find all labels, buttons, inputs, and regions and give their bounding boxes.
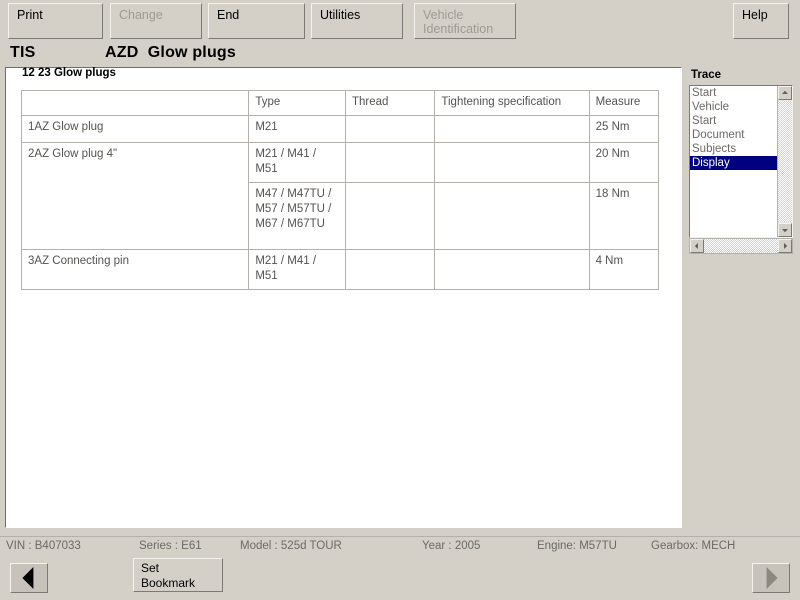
vehicle-identification-button[interactable]: Vehicle Identification	[414, 3, 516, 39]
forward-button[interactable]	[752, 563, 790, 593]
table-row: 1AZ Glow plug M21 25 Nm	[20, 115, 660, 143]
trace-horizontal-scrollbar[interactable]	[689, 238, 793, 254]
print-button-label: Print	[17, 8, 43, 22]
cell-measure: 20 Nm	[588, 142, 660, 183]
table-header-thread: Thread	[344, 90, 436, 116]
set-bookmark-label-line2: Bookmark	[141, 576, 196, 590]
cell-thread	[344, 182, 436, 250]
status-bar: VIN : B407033 Series : E61 Model : 525d …	[0, 536, 800, 556]
scroll-left-icon[interactable]	[690, 239, 704, 253]
tis-application-window: Print Change End Utilities Vehicle Ident…	[0, 0, 800, 600]
scroll-down-icon[interactable]	[778, 223, 792, 237]
trace-item-label: Document	[692, 129, 745, 141]
top-toolbar: Print Change End Utilities Vehicle Ident…	[0, 0, 800, 42]
table-row: 3AZ Connecting pin M21 / M41 / M51 4 Nm	[20, 249, 660, 290]
utilities-button[interactable]: Utilities	[311, 3, 403, 39]
help-button-label: Help	[742, 8, 768, 22]
trace-item-selected[interactable]: Display	[690, 156, 777, 170]
cell-tightening	[434, 142, 590, 183]
table-header-measure: Measure	[588, 90, 660, 116]
trace-item-label: Start	[692, 87, 717, 99]
trace-item[interactable]: Start	[690, 86, 777, 100]
table-row: 2AZ Glow plug 4" M21 / M41 / M51 20 Nm	[20, 142, 660, 250]
table-header-type: Type	[248, 90, 346, 116]
table-header-description	[20, 90, 250, 116]
trace-panel-label: Trace	[691, 69, 722, 81]
trace-item[interactable]: Vehicle	[690, 100, 777, 114]
status-series: Series : E61	[139, 540, 202, 552]
cell-measure: 4 Nm	[588, 249, 660, 290]
specification-table: Type Thread Tightening specification Mea…	[20, 90, 660, 290]
cell-tightening	[434, 249, 590, 290]
status-year: Year : 2005	[422, 540, 481, 552]
cell-description: 2AZ Glow plug 4"	[20, 142, 250, 250]
set-bookmark-label-line1: Set	[141, 561, 160, 575]
cell-description: 3AZ Connecting pin	[20, 249, 250, 290]
change-button[interactable]: Change	[110, 3, 202, 39]
cell-measure: 18 Nm	[588, 182, 660, 250]
system-title: TIS	[10, 44, 36, 61]
end-button-label: End	[217, 8, 240, 22]
utilities-button-label: Utilities	[320, 8, 361, 22]
status-gearbox: Gearbox: MECH	[651, 540, 736, 552]
trace-horizontal-scrollbar-track[interactable]	[704, 239, 778, 253]
right-triangle-icon	[766, 567, 778, 589]
set-bookmark-button[interactable]: Set Bookmark	[133, 558, 223, 592]
trace-item-container: Start Vehicle Start Document Subjects Di…	[690, 86, 777, 170]
vehicle-identification-label-line1: Vehicle	[423, 8, 464, 22]
scroll-right-icon[interactable]	[778, 239, 792, 253]
trace-item-label: Subjects	[692, 143, 737, 155]
bottom-navigation-bar	[0, 556, 800, 600]
cell-type: M21 / M41 / M51	[248, 142, 346, 183]
cell-type: M47 / M47TU / M57 / M57TU / M67 / M67TU	[248, 182, 346, 250]
change-button-label: Change	[119, 8, 163, 22]
trace-item-label: Start	[692, 115, 717, 127]
document-title: AZD Glow plugs	[105, 44, 236, 61]
table-header-tightening: Tightening specification	[434, 90, 590, 116]
cell-thread	[344, 115, 436, 143]
cell-thread	[344, 142, 436, 183]
back-button[interactable]	[10, 563, 48, 593]
status-model: Model : 525d TOUR	[240, 540, 342, 552]
left-triangle-icon	[22, 567, 34, 589]
status-engine: Engine: M57TU	[537, 540, 617, 552]
trace-vertical-scrollbar-track[interactable]	[778, 101, 792, 222]
trace-item[interactable]: Document	[690, 128, 777, 142]
print-button[interactable]: Print	[8, 3, 103, 39]
title-bar: TIS AZD Glow plugs	[0, 42, 800, 66]
trace-item-label: Display	[692, 157, 730, 169]
table-header-row: Type Thread Tightening specification Mea…	[20, 90, 660, 116]
trace-vertical-scrollbar[interactable]	[777, 86, 792, 237]
document-heading: 12 23 Glow plugs	[22, 67, 116, 79]
cell-tightening	[434, 115, 590, 143]
trace-panel: Trace Start Vehicle Start Document Subje…	[687, 67, 795, 257]
cell-tightening	[434, 182, 590, 250]
trace-item-label: Vehicle	[692, 101, 730, 113]
scroll-up-icon[interactable]	[778, 86, 792, 100]
cell-type: M21	[248, 115, 346, 143]
cell-description: 1AZ Glow plug	[20, 115, 250, 143]
end-button[interactable]: End	[208, 3, 305, 39]
help-button[interactable]: Help	[733, 3, 789, 39]
trace-item[interactable]: Start	[690, 114, 777, 128]
status-vin: VIN : B407033	[6, 540, 81, 552]
trace-item[interactable]: Subjects	[690, 142, 777, 156]
trace-listbox[interactable]: Start Vehicle Start Document Subjects Di…	[689, 85, 793, 238]
cell-type: M21 / M41 / M51	[248, 249, 346, 290]
vehicle-identification-label-line2: Identification	[423, 22, 494, 36]
cell-measure: 25 Nm	[588, 115, 660, 143]
cell-thread	[344, 249, 436, 290]
